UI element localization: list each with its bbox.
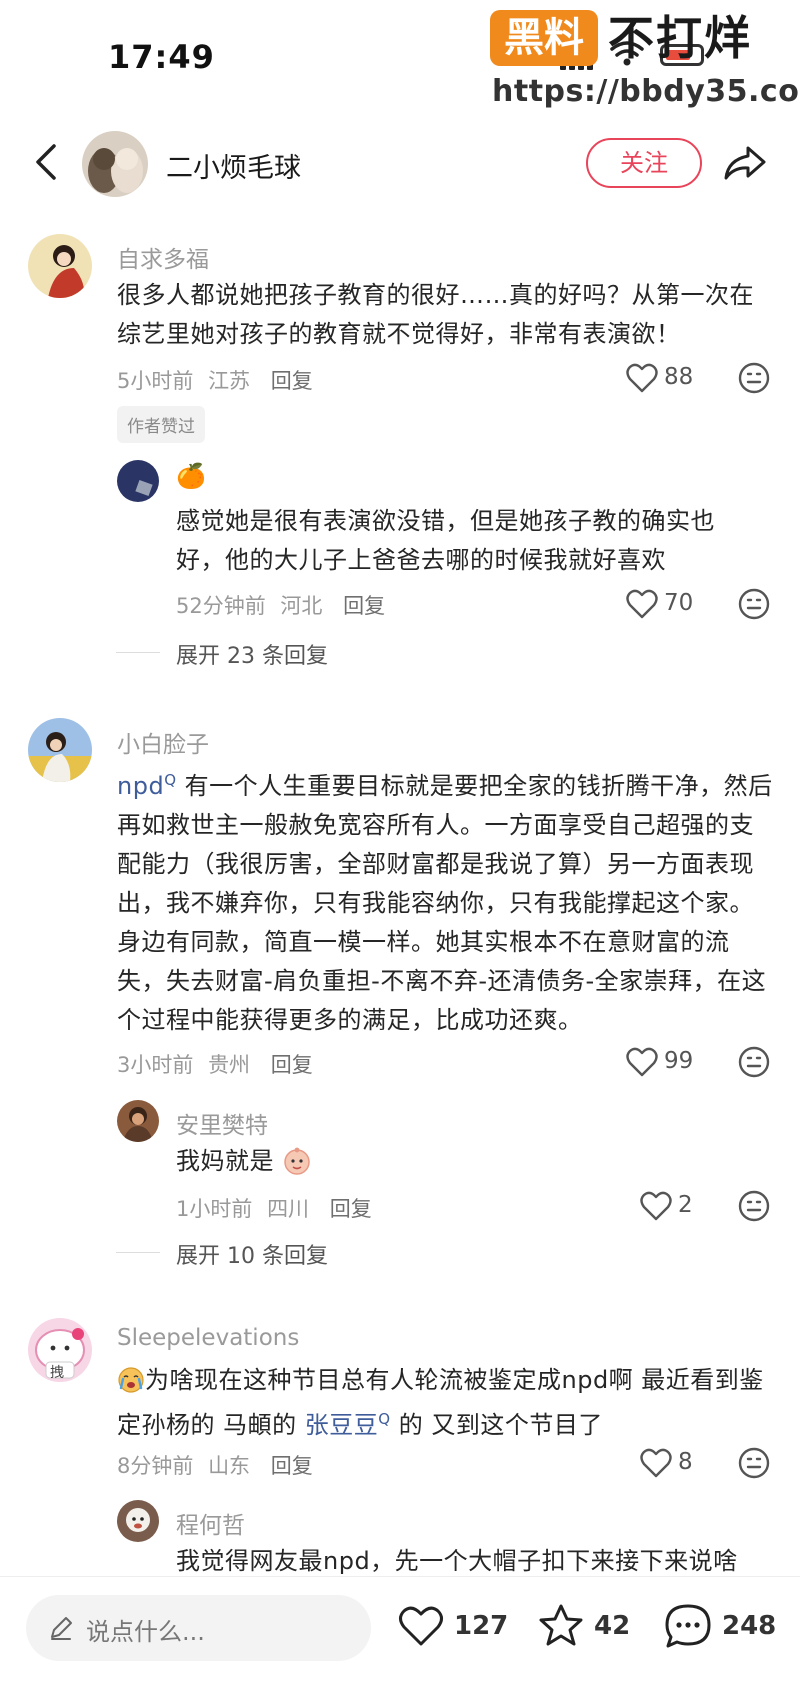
comment-time: 8分钟前	[117, 1454, 194, 1478]
heart-icon[interactable]	[626, 1047, 658, 1077]
comment-text: 为啥现在这种节目总有人轮流被鉴定成npd啊 最近看到鉴定孙杨的 马頔的 张豆豆Q…	[117, 1361, 777, 1445]
watermark-url: https://bbdy35.com	[492, 74, 800, 109]
emoji-icon[interactable]	[738, 362, 770, 394]
comment-time: 5小时前	[117, 369, 194, 393]
comment-body-end: 的 又到这个节目了	[390, 1411, 603, 1439]
emoji-icon[interactable]	[738, 1046, 770, 1078]
author-avatar[interactable]	[82, 131, 148, 197]
comment-bubble-icon	[665, 1604, 711, 1648]
avatar[interactable]: 拽	[28, 1318, 92, 1382]
reply-author[interactable]: 安里樊特	[176, 1106, 268, 1140]
pen-icon	[51, 1617, 72, 1640]
reply-button[interactable]: 回复	[271, 1454, 313, 1478]
comment-author[interactable]: 小白脸子	[117, 725, 209, 759]
emoji-icon[interactable]	[738, 588, 770, 620]
baby-emoji-icon	[284, 1147, 310, 1175]
reply-text: 我妈就是	[176, 1142, 746, 1181]
heart-icon[interactable]	[640, 1448, 672, 1478]
author-liked-badge: 作者赞过	[117, 406, 205, 443]
reply-location: 河北	[280, 594, 323, 618]
comment-meta: 5小时前 江苏 回复	[117, 365, 313, 395]
comment-total: 248	[722, 1611, 777, 1641]
reply-button[interactable]: 回复	[271, 369, 313, 393]
reply-button[interactable]: 回复	[330, 1197, 372, 1221]
comment-author[interactable]: 自求多福	[117, 240, 209, 274]
expand-replies-button[interactable]: 展开 23 条回复	[176, 638, 328, 670]
reply-author[interactable]: 🍊	[176, 462, 206, 490]
mention-link[interactable]: 张豆豆	[305, 1411, 379, 1439]
like-count: 88	[664, 364, 694, 390]
avatar[interactable]	[117, 1100, 159, 1142]
star-icon	[539, 1604, 583, 1646]
avatar[interactable]	[117, 1500, 159, 1542]
reply-body: 我妈就是	[176, 1147, 274, 1175]
reply-author[interactable]: 程何哲	[176, 1506, 245, 1540]
comment-body: 有一个人生重要目标就是要把全家的钱折腾干净，然后再如救世主一般赦免宽容所有人。一…	[117, 772, 773, 1034]
comment-input[interactable]: 说点什么...	[26, 1595, 371, 1661]
crying-emoji-icon	[118, 1367, 144, 1393]
reply-text: 感觉她是很有表演欲没错，但是她孩子教的确实也好，他的大儿子上爸爸去哪的时候我就好…	[176, 507, 715, 574]
search-mention-icon: Q	[378, 1410, 391, 1428]
favorite-button[interactable]: 42	[538, 1597, 638, 1657]
author-name[interactable]: 二小烦毛球	[166, 146, 301, 185]
comment-text: 很多人都说她把孩子教育的很好……真的好吗？从第一次在综艺里她对孩子的教育就不觉得…	[117, 281, 754, 348]
like-count: 8	[678, 1449, 693, 1475]
heart-icon[interactable]	[626, 589, 658, 619]
heart-icon	[399, 1606, 443, 1646]
back-icon[interactable]	[28, 140, 68, 184]
orange-emoji-icon: 🍊	[176, 462, 206, 490]
comment-location: 山东	[208, 1454, 251, 1478]
bottom-bar: 说点什么... 127 42 248	[0, 1576, 800, 1688]
favorite-total: 42	[594, 1611, 631, 1641]
heart-icon[interactable]	[626, 363, 658, 393]
mention-link[interactable]: npd	[117, 772, 164, 800]
search-mention-icon: Q	[164, 771, 177, 789]
share-icon[interactable]	[722, 142, 768, 184]
like-count: 70	[664, 590, 694, 616]
like-button[interactable]: 127	[398, 1597, 508, 1657]
comments-button[interactable]: 248	[664, 1597, 784, 1657]
reply-meta: 52分钟前 河北 回复	[176, 590, 385, 620]
comment-author[interactable]: Sleepelevations	[117, 1325, 299, 1351]
status-time: 17:49	[108, 38, 215, 76]
heart-icon[interactable]	[640, 1191, 672, 1221]
like-total: 127	[454, 1611, 509, 1641]
watermark-title: 不打烊	[608, 11, 752, 65]
watermark-badge: 黑料	[490, 10, 598, 66]
comment-time: 3小时前	[117, 1053, 194, 1077]
divider	[116, 1252, 160, 1253]
like-count: 2	[678, 1192, 693, 1218]
emoji-icon[interactable]	[738, 1447, 770, 1479]
nav-bar: 二小烦毛球 关注	[0, 118, 800, 208]
input-placeholder: 说点什么...	[86, 1618, 205, 1646]
reply-time: 52分钟前	[176, 594, 266, 618]
reply-button[interactable]: 回复	[343, 594, 385, 618]
follow-button[interactable]: 关注	[586, 138, 702, 188]
avatar[interactable]	[28, 234, 92, 298]
like-count: 99	[664, 1048, 694, 1074]
avatar[interactable]	[117, 460, 159, 502]
comment-location: 贵州	[208, 1053, 251, 1077]
comment-meta: 3小时前 贵州 回复	[117, 1049, 313, 1079]
reply-button[interactable]: 回复	[271, 1053, 313, 1077]
reply-location: 四川	[267, 1197, 310, 1221]
reply-meta: 1小时前 四川 回复	[176, 1193, 372, 1223]
reply-time: 1小时前	[176, 1197, 253, 1221]
avatar-tag: 拽	[50, 1365, 64, 1381]
comment-meta: 8分钟前 山东 回复	[117, 1450, 313, 1480]
emoji-icon[interactable]	[738, 1190, 770, 1222]
comment-location: 江苏	[208, 369, 251, 393]
divider	[116, 652, 160, 653]
expand-replies-button[interactable]: 展开 10 条回复	[176, 1238, 328, 1270]
watermark: 黑料 不打烊 https://bbdy35.com	[490, 10, 800, 110]
comment-text: npdQ 有一个人生重要目标就是要把全家的钱折腾干净，然后再如救世主一般赦免宽容…	[117, 761, 777, 1040]
avatar[interactable]	[28, 718, 92, 782]
